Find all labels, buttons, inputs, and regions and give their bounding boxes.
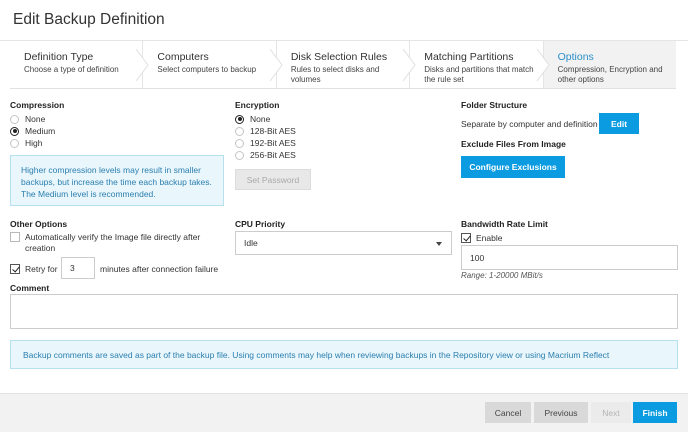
step-definition-type[interactable]: Definition Type Choose a type of definit… xyxy=(10,41,150,88)
compression-medium-radio[interactable]: Medium xyxy=(10,126,55,136)
step-title: Matching Partitions xyxy=(424,51,514,63)
step-disk-selection-rules[interactable]: Disk Selection Rules Rules to select dis… xyxy=(276,41,416,88)
step-desc: Select computers to backup xyxy=(157,65,257,74)
retry-checkbox[interactable]: Retry for xyxy=(10,264,58,274)
step-options[interactable]: Options Compression, Encryption and othe… xyxy=(543,41,677,88)
checkbox-box xyxy=(10,232,20,242)
radio-dot xyxy=(235,114,244,124)
radio-label: Medium xyxy=(25,126,56,136)
radio-dot xyxy=(10,126,19,136)
bandwidth-label: Bandwidth Rate Limit xyxy=(461,219,548,229)
radio-label: 192-Bit AES xyxy=(250,138,296,148)
chevron-down-icon xyxy=(436,242,442,246)
chevron-right-icon xyxy=(402,49,416,81)
checkbox-box xyxy=(461,233,471,243)
radio-dot xyxy=(235,150,244,160)
radio-dot xyxy=(10,138,19,148)
folder-structure-edit-button[interactable]: Edit xyxy=(599,113,639,134)
dialog-title: Edit Backup Definition xyxy=(13,11,165,28)
finish-button[interactable]: Finish xyxy=(633,402,677,423)
step-title: Definition Type xyxy=(24,51,94,63)
select-value: Idle xyxy=(244,238,258,248)
folder-structure-value: Separate by computer and definition xyxy=(461,119,598,129)
verify-image-checkbox[interactable]: Automatically verify the Image file dire… xyxy=(10,232,220,254)
exclude-files-label: Exclude Files From Image xyxy=(461,139,566,149)
radio-label: None xyxy=(250,114,271,124)
chevron-right-icon xyxy=(269,49,283,81)
configure-exclusions-button[interactable]: Configure Exclusions xyxy=(461,156,565,178)
radio-dot xyxy=(10,114,19,124)
checkbox-label: Enable xyxy=(476,233,503,243)
checkbox-label: Automatically verify the Image file dire… xyxy=(25,232,201,253)
cpu-priority-label: CPU Priority xyxy=(235,219,286,229)
other-options-label: Other Options xyxy=(10,219,68,229)
chevron-right-icon xyxy=(136,49,150,81)
retry-minutes-input[interactable]: 3 xyxy=(61,257,95,279)
folder-structure-label: Folder Structure xyxy=(461,100,528,110)
compression-info: Higher compression levels may result in … xyxy=(10,155,224,206)
compression-high-radio[interactable]: High xyxy=(10,138,42,148)
radio-label: 128-Bit AES xyxy=(250,126,296,136)
wizard-steps: Definition Type Choose a type of definit… xyxy=(10,41,677,89)
checkbox-box xyxy=(10,264,20,274)
step-matching-partitions[interactable]: Matching Partitions Disks and partitions… xyxy=(410,41,550,88)
encryption-128-radio[interactable]: 128-Bit AES xyxy=(235,126,296,136)
cpu-priority-select[interactable]: Idle xyxy=(235,231,452,255)
bandwidth-enable-checkbox[interactable]: Enable xyxy=(461,233,502,243)
comment-textarea[interactable] xyxy=(10,294,678,329)
retry-suffix: minutes after connection failure xyxy=(100,264,219,274)
radio-label: High xyxy=(25,138,43,148)
compression-none-radio[interactable]: None xyxy=(10,114,45,124)
encryption-256-radio[interactable]: 256-Bit AES xyxy=(235,150,296,160)
cancel-button[interactable]: Cancel xyxy=(485,402,531,423)
encryption-192-radio[interactable]: 192-Bit AES xyxy=(235,138,296,148)
step-desc: Choose a type of definition xyxy=(24,65,119,74)
bandwidth-range: Range: 1-20000 MBit/s xyxy=(461,271,543,280)
step-computers[interactable]: Computers Select computers to backup xyxy=(143,41,283,88)
chevron-right-icon xyxy=(536,49,550,81)
next-button[interactable]: Next xyxy=(591,402,631,423)
step-desc: Compression, Encryption and other option… xyxy=(557,65,663,84)
radio-dot xyxy=(235,126,244,136)
set-password-button[interactable]: Set Password xyxy=(235,169,311,190)
step-title: Disk Selection Rules xyxy=(290,51,388,63)
step-title: Computers xyxy=(157,51,209,63)
compression-label: Compression xyxy=(10,100,65,110)
radio-label: None xyxy=(25,114,46,124)
bandwidth-input[interactable]: 100 xyxy=(461,245,678,270)
previous-button[interactable]: Previous xyxy=(534,402,588,423)
radio-label: 256-Bit AES xyxy=(250,150,296,160)
step-title: Options xyxy=(557,51,594,63)
encryption-none-radio[interactable]: None xyxy=(235,114,270,124)
radio-dot xyxy=(235,138,244,148)
comment-label: Comment xyxy=(10,283,50,293)
step-desc: Rules to select disks and volumes xyxy=(290,65,380,84)
step-desc: Disks and partitions that match the rule… xyxy=(424,65,534,84)
checkbox-label: Retry for xyxy=(25,264,58,274)
top-strip xyxy=(0,0,688,2)
encryption-label: Encryption xyxy=(235,100,280,110)
comment-info: Backup comments are saved as part of the… xyxy=(10,340,678,369)
